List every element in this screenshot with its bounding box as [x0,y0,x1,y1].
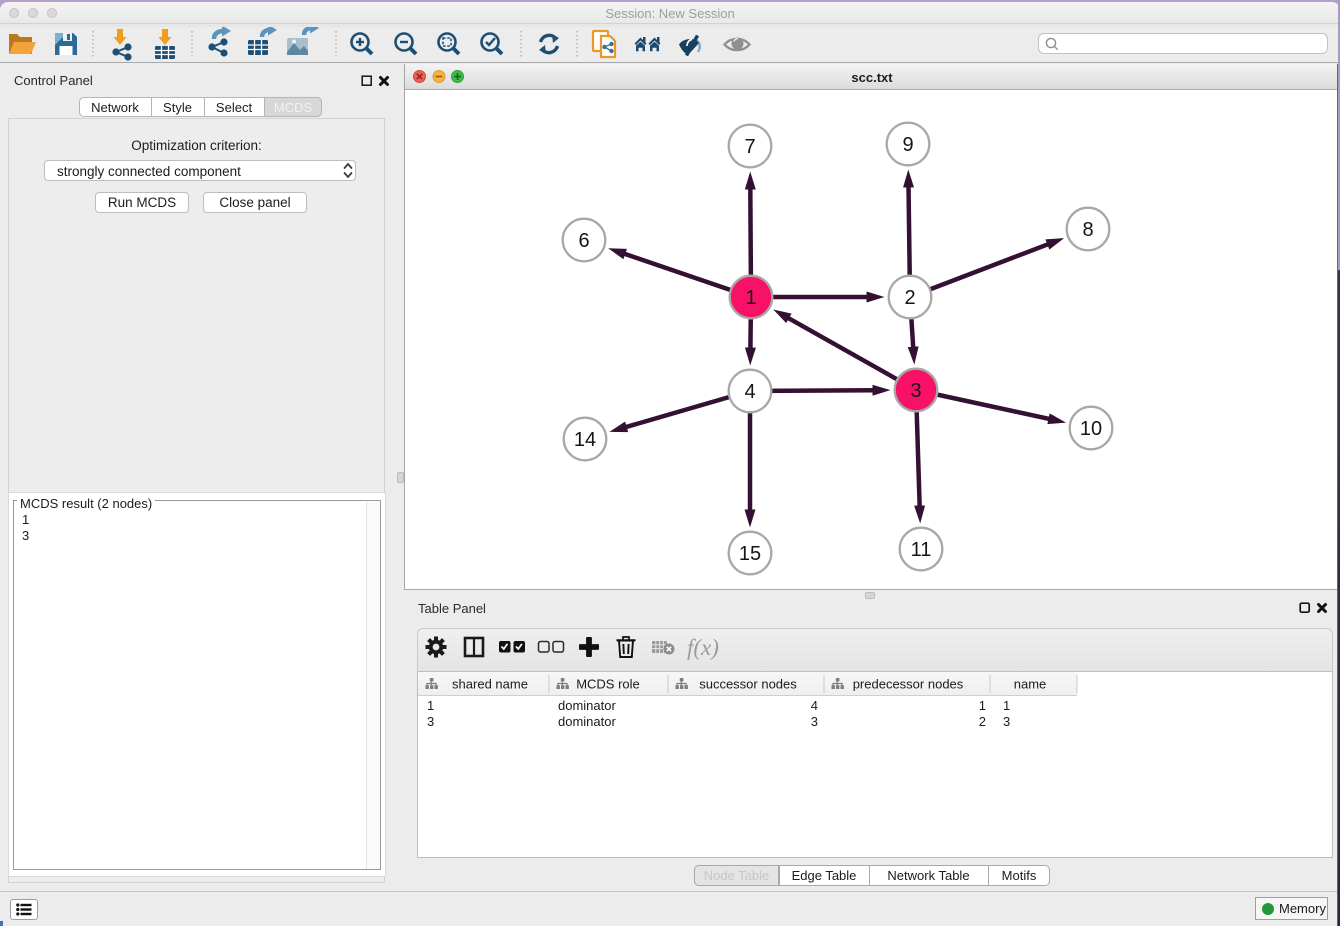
svg-text:f(x): f(x) [687,635,719,660]
svg-text:predecessor nodes: predecessor nodes [853,677,964,692]
svg-text:7: 7 [744,136,755,158]
svg-text:9: 9 [902,134,913,156]
svg-text:MCDS role: MCDS role [576,677,640,692]
svg-text:1: 1 [745,287,756,309]
svg-text:15: 15 [739,543,761,565]
svg-text:2: 2 [904,287,915,309]
svg-text:successor nodes: successor nodes [699,677,797,692]
svg-text:10: 10 [1080,418,1102,440]
svg-text:shared name: shared name [452,677,528,692]
svg-text:4: 4 [744,381,755,403]
svg-text:8: 8 [1082,219,1093,241]
svg-text:3: 3 [910,380,921,402]
svg-text:name: name [1014,677,1047,692]
svg-text:14: 14 [574,429,596,451]
svg-text:6: 6 [578,230,589,252]
svg-text:11: 11 [911,539,932,561]
